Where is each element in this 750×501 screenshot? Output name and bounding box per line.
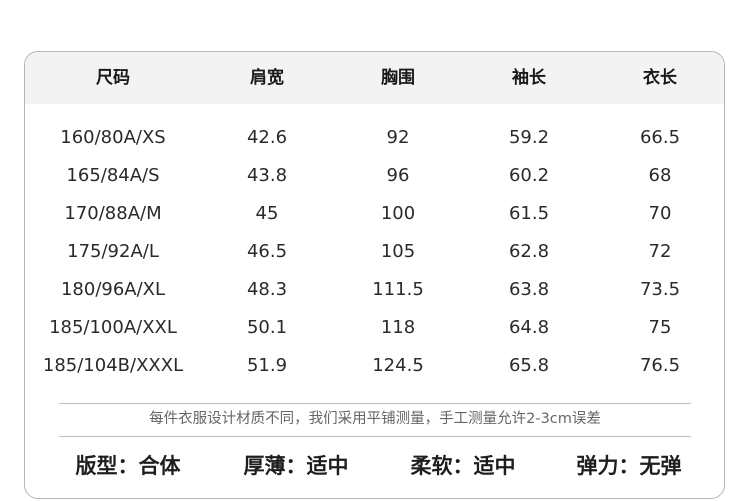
size-cell: 180/96A/XL	[60, 279, 166, 300]
length-cell: 75	[648, 317, 672, 338]
table-row: 170/88A/M 45 100 61.5 70	[25, 195, 724, 233]
attribute-fit: 版型：合体	[75, 454, 181, 478]
length-cell: 72	[648, 241, 672, 262]
size-chart-card: 尺码 肩宽 胸围 袖长 衣长 160/80A/XS 42.6 92 59.2 6…	[24, 51, 725, 499]
measurement-note: 每件衣服设计材质不同，我们采用平铺测量，手工测量允许2-3cm误差	[149, 411, 601, 427]
table-header: 尺码 肩宽 胸围 袖长 衣长	[25, 52, 724, 104]
table-row: 185/104B/XXXL 51.9 124.5 65.8 76.5	[25, 347, 724, 385]
attribute-softness: 柔软：适中	[410, 454, 516, 478]
length-cell: 68	[648, 165, 672, 186]
header-size: 尺码	[96, 68, 130, 88]
size-cell: 185/100A/XXL	[49, 317, 177, 338]
length-cell: 76.5	[639, 355, 681, 376]
divider	[59, 436, 691, 437]
attribute-thickness: 厚薄：适中	[243, 454, 349, 478]
size-cell: 160/80A/XS	[60, 127, 166, 148]
header-sleeve: 袖长	[512, 68, 546, 88]
length-cell: 66.5	[639, 127, 681, 148]
table-row: 185/100A/XXL 50.1 118 64.8 75	[25, 309, 724, 347]
header-chest: 胸围	[381, 68, 415, 88]
length-cell: 70	[648, 203, 672, 224]
table-row: 165/84A/S 43.8 96 60.2 68	[25, 157, 724, 195]
table-row: 180/96A/XL 48.3 111.5 63.8 73.5	[25, 271, 724, 309]
table-row: 160/80A/XS 42.6 92 59.2 66.5	[25, 119, 724, 157]
attribute-elasticity: 弹力：无弹	[576, 454, 682, 478]
fabric-attributes: 版型：合体 厚薄：适中 柔软：适中 弹力：无弹	[25, 444, 724, 488]
header-shoulder: 肩宽	[250, 68, 284, 88]
size-cell: 185/104B/XXXL	[42, 355, 184, 376]
table-row: 175/92A/L 46.5 105 62.8 72	[25, 233, 724, 271]
size-cell: 170/88A/M	[64, 203, 162, 224]
size-cell: 175/92A/L	[67, 241, 159, 262]
size-cell: 165/84A/S	[66, 165, 160, 186]
header-length: 衣长	[643, 68, 677, 88]
length-cell: 73.5	[639, 279, 681, 300]
